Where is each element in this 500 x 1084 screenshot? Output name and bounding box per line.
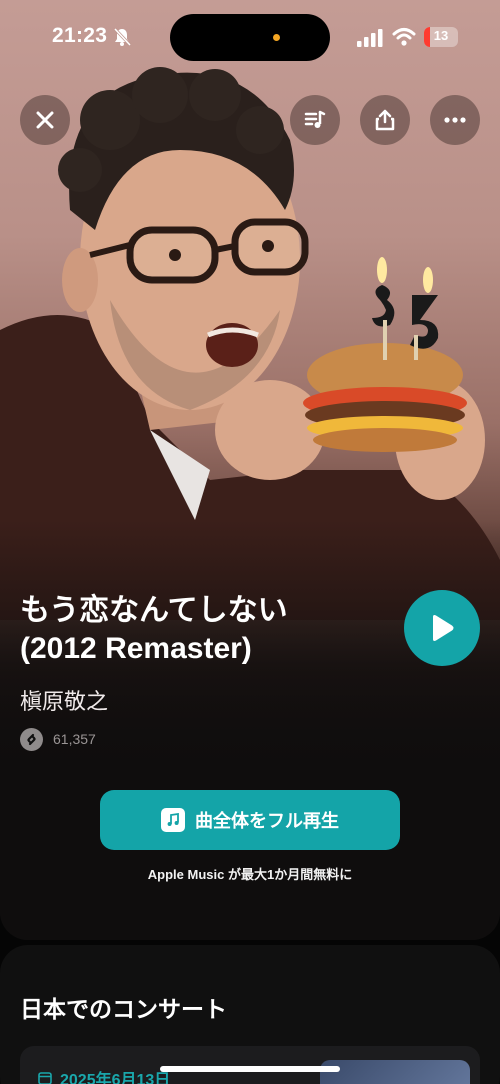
music-note-icon xyxy=(161,808,185,832)
concerts-heading: 日本でのコンサート xyxy=(20,996,227,1022)
concert-thumbnail xyxy=(320,1060,470,1084)
full-play-label: 曲全体をフル再生 xyxy=(195,811,339,831)
cellular-signal-icon xyxy=(357,29,383,47)
calendar-icon xyxy=(38,1072,52,1084)
concert-date-row: 2025年6月13日 xyxy=(38,1066,170,1084)
song-title-line-2: (2012 Remaster) xyxy=(20,632,252,665)
battery-percent: 13 xyxy=(433,28,449,43)
queue-music-icon xyxy=(304,110,326,128)
status-time: 21:23 xyxy=(52,24,108,47)
apple-music-offer-text: Apple Music が最大1か月間無料に xyxy=(147,867,353,882)
ellipsis-icon xyxy=(444,117,466,123)
shazam-count: 61,357 xyxy=(53,731,96,747)
wifi-icon xyxy=(392,28,416,46)
battery-indicator: 13 xyxy=(424,27,458,47)
concert-list-item[interactable]: 2025年6月13日 xyxy=(20,1046,480,1084)
dynamic-island xyxy=(170,14,330,61)
bell-slash-icon xyxy=(113,27,132,47)
privacy-indicator-dot xyxy=(273,34,280,41)
close-button[interactable] xyxy=(20,95,70,145)
status-bar: 21:23 13 xyxy=(0,0,500,72)
share-icon xyxy=(375,109,395,131)
concert-date: 2025年6月13日 xyxy=(60,1072,171,1084)
share-button[interactable] xyxy=(360,95,410,145)
home-indicator[interactable] xyxy=(160,1066,340,1072)
song-title-line-1: もう恋なんてしない xyxy=(20,594,288,627)
play-preview-button[interactable] xyxy=(404,590,480,666)
full-play-button[interactable]: 曲全体をフル再生 xyxy=(100,790,400,850)
close-icon xyxy=(36,111,54,129)
artist-name[interactable]: 槇原敬之 xyxy=(20,684,108,716)
play-icon xyxy=(433,615,454,641)
song-screen: 21:23 13 もう恋なんてしない (2012 Remaster) 槇原敬之 … xyxy=(0,0,500,1084)
song-title: もう恋なんてしない (2012 Remaster) xyxy=(20,592,390,668)
shazam-icon xyxy=(20,727,43,751)
shazam-count-row: 61,357 xyxy=(20,727,96,751)
add-to-playlist-button[interactable] xyxy=(290,95,340,145)
more-options-button[interactable] xyxy=(430,95,480,145)
